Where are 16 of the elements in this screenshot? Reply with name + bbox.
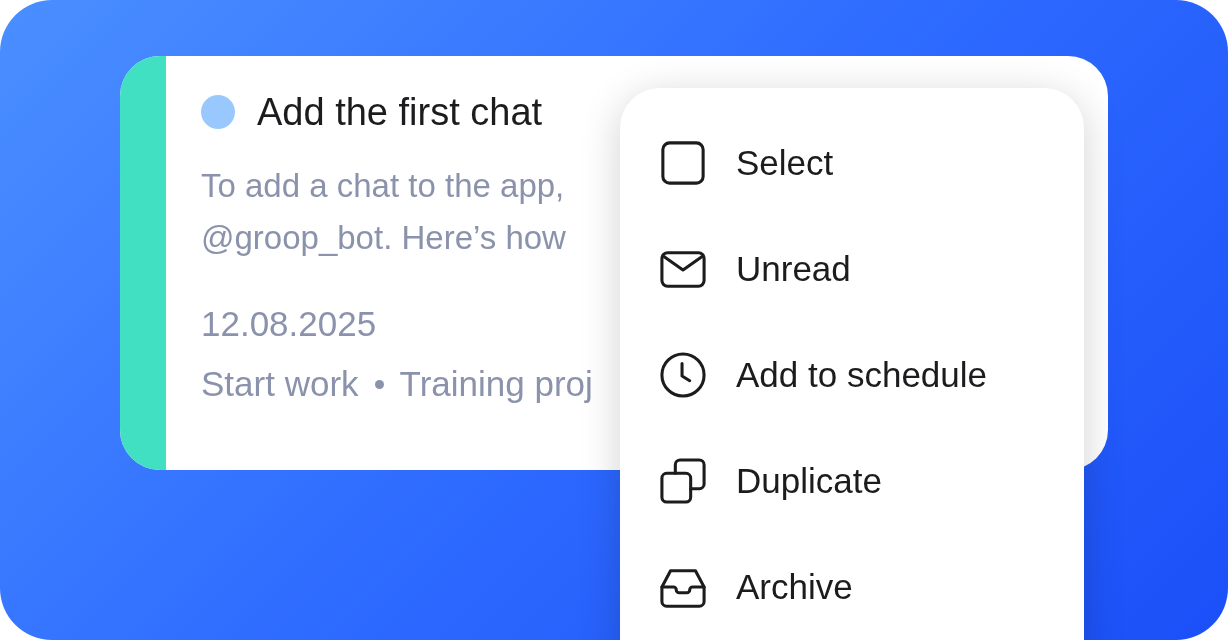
- menu-item[interactable]: Select: [620, 110, 1084, 216]
- menu-item[interactable]: Archive: [620, 534, 1084, 640]
- menu-item[interactable]: Duplicate: [620, 428, 1084, 534]
- copy-icon: [660, 458, 706, 504]
- card-date: 12.08.2025: [201, 303, 378, 345]
- square-icon: [660, 140, 706, 186]
- menu-item[interactable]: Add to schedule: [620, 322, 1084, 428]
- status-dot: [201, 95, 235, 129]
- card-tag: Start work: [201, 358, 359, 410]
- card-title: Add the first chat: [257, 90, 543, 135]
- description-line: To add a chat to the app,: [201, 166, 566, 206]
- description-line: @groop_bot. Here’s how: [201, 218, 567, 258]
- card-tag: Training proj: [399, 358, 593, 410]
- clock-icon: [660, 352, 706, 398]
- menu-item[interactable]: Unread: [620, 216, 1084, 322]
- separator-dot: [374, 379, 384, 389]
